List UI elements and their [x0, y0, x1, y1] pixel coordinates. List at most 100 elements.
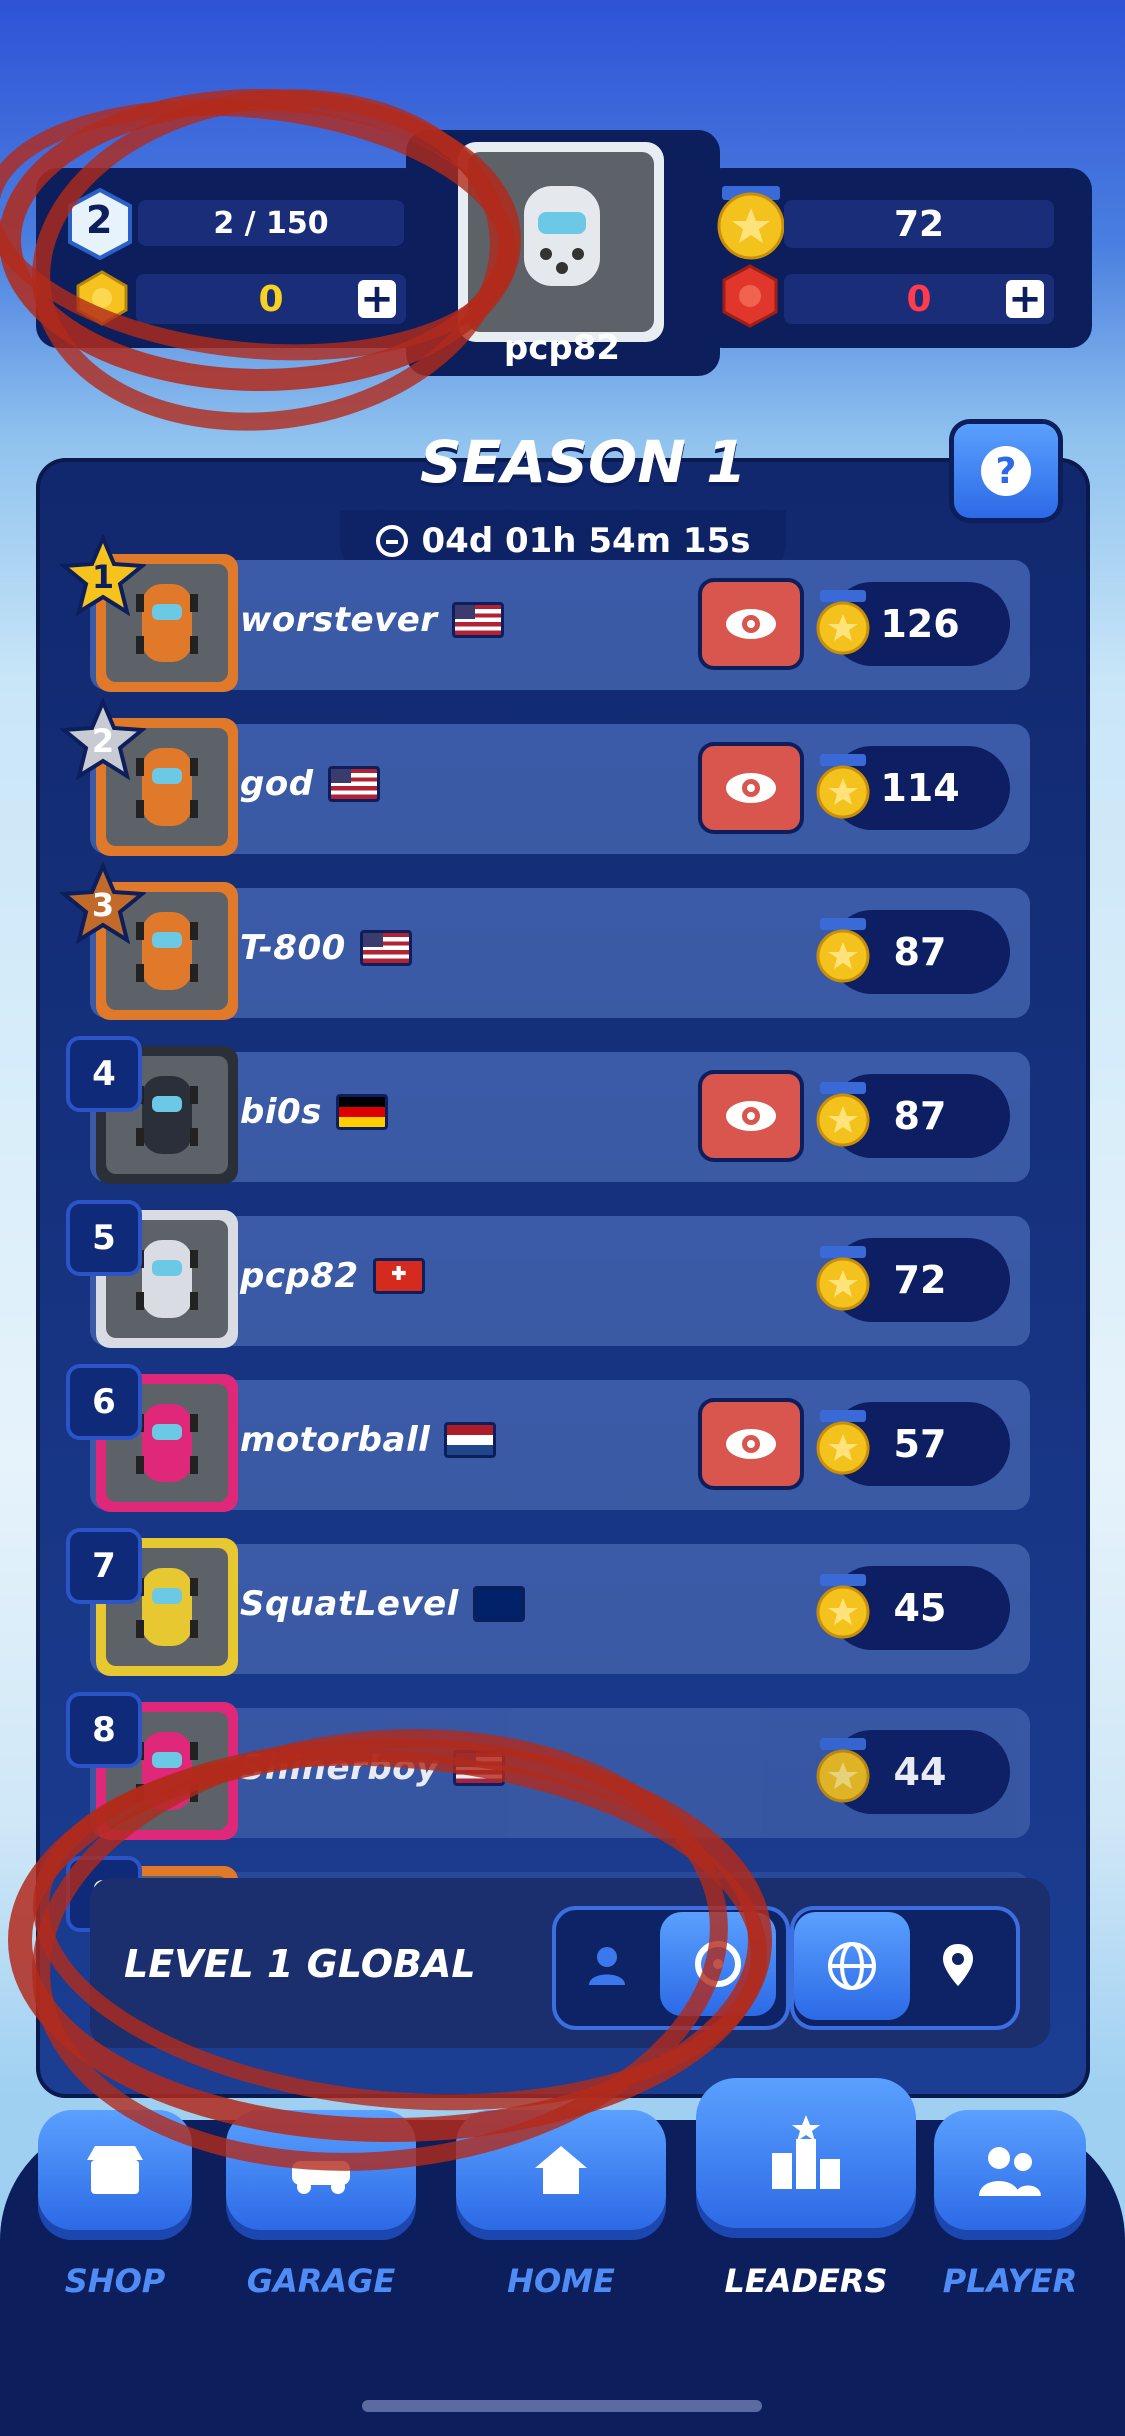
nav-home-label: HOME	[507, 2262, 615, 2300]
coin-icon	[816, 918, 870, 984]
player-name-label: worstever	[240, 600, 504, 640]
nav-home-button[interactable]	[456, 2110, 666, 2230]
row-player-name: Shinerboy	[240, 1748, 439, 1788]
timer-text: 04d 01h 54m 15s	[421, 521, 751, 561]
flag-icon	[372, 1258, 425, 1294]
eye-icon	[726, 1429, 776, 1459]
coin-icon	[816, 1738, 870, 1804]
nav-leaders-label: LEADERS	[724, 2262, 888, 2300]
add-tokens-button[interactable]: +	[358, 279, 396, 319]
rank-number: 2	[91, 722, 115, 760]
view-replay-button[interactable]	[702, 1074, 800, 1158]
row-player-name: SquatLevel	[240, 1584, 459, 1624]
nav-garage-label: GARAGE	[246, 2262, 396, 2300]
level-badge: 2	[64, 187, 136, 261]
car-icon	[136, 1568, 198, 1646]
flag-icon	[444, 1422, 497, 1458]
car-icon	[136, 1404, 198, 1482]
help-icon: ?	[981, 446, 1031, 496]
coin-count: 72	[893, 203, 945, 245]
help-button[interactable]: ?	[954, 424, 1058, 518]
coin-icon	[816, 1574, 870, 1640]
gem-icon	[718, 264, 782, 328]
clock-icon	[375, 525, 408, 557]
row-player-name: god	[240, 764, 314, 804]
location-pin-icon	[943, 1944, 973, 1986]
nav-garage-button[interactable]	[226, 2110, 416, 2230]
flag-icon	[452, 1750, 505, 1786]
globe-icon	[828, 1942, 876, 1990]
rank-badge: 6	[66, 1364, 142, 1440]
view-replay-button[interactable]	[702, 582, 800, 666]
rank-number: 1	[91, 558, 115, 596]
players-icon	[979, 2147, 1041, 2196]
add-gems-button[interactable]: +	[1006, 279, 1044, 319]
flag-icon	[451, 602, 504, 638]
player-name-label: pcp82	[240, 1256, 425, 1296]
player-avatar[interactable]	[458, 142, 664, 342]
coin-icon	[816, 1082, 870, 1148]
car-icon	[136, 1076, 198, 1154]
home-indicator	[362, 2400, 762, 2412]
nav-leaders-button[interactable]	[696, 2078, 916, 2228]
coin-bar: 72	[784, 200, 1054, 248]
flag-icon	[335, 1094, 388, 1130]
friends-filter-button[interactable]	[566, 1930, 648, 2000]
player-name: pcp82	[503, 328, 621, 368]
home-icon	[535, 2146, 587, 2194]
podium-icon	[772, 2115, 840, 2189]
flag-icon	[359, 930, 412, 966]
coin-icon	[816, 1246, 870, 1312]
coin-icon	[816, 1410, 870, 1476]
eye-icon	[726, 773, 776, 803]
view-replay-button[interactable]	[702, 746, 800, 830]
shop-icon	[87, 2146, 143, 2194]
player-name-label: Shinerboy	[240, 1748, 505, 1788]
coin-icon	[716, 186, 786, 260]
eye-icon	[726, 609, 776, 639]
rank-number: 3	[91, 886, 115, 924]
eye-icon	[726, 1101, 776, 1131]
season-title: SEASON 1	[420, 428, 747, 496]
player-name-label: god	[240, 764, 380, 804]
row-player-name: T-800	[240, 928, 346, 968]
token-count: 0	[258, 278, 284, 320]
coin-icon	[816, 590, 870, 656]
player-name-label: motorball	[240, 1420, 497, 1460]
rank-badge: 5	[66, 1200, 142, 1276]
garage-icon	[292, 2161, 350, 2194]
xp-text: 2 / 150	[213, 205, 329, 241]
row-player-name: pcp82	[240, 1256, 359, 1296]
rank-badge: 4	[66, 1036, 142, 1112]
car-icon	[524, 186, 600, 286]
flag-icon	[327, 766, 380, 802]
coin-icon	[816, 754, 870, 820]
player-name-label: T-800	[240, 928, 412, 968]
rank-badge: 2	[60, 698, 146, 784]
view-replay-button[interactable]	[702, 1402, 800, 1486]
row-player-name: worstever	[240, 600, 438, 640]
flag-icon	[472, 1586, 525, 1622]
gem-count: 0	[906, 278, 932, 320]
level-number: 2	[86, 198, 113, 242]
filter-label: LEVEL 1 GLOBAL	[124, 1942, 476, 1986]
nav-player-button[interactable]	[934, 2110, 1086, 2230]
car-icon	[136, 1240, 198, 1318]
local-filter-button[interactable]	[920, 1930, 996, 2000]
xp-bar: 2 / 150	[138, 200, 404, 246]
person-icon	[589, 1947, 625, 1985]
rank-badge: 7	[66, 1528, 142, 1604]
nav-shop-label: SHOP	[64, 2262, 166, 2300]
level-filter-button[interactable]	[660, 1912, 776, 2016]
player-name-label: SquatLevel	[240, 1584, 525, 1624]
steering-icon	[695, 1941, 741, 1987]
player-name-label: bi0s	[240, 1092, 388, 1132]
token-icon	[76, 270, 128, 326]
global-filter-button[interactable]	[794, 1912, 910, 2020]
nav-player-label: PLAYER	[942, 2262, 1078, 2300]
row-player-name: bi0s	[240, 1092, 322, 1132]
rank-badge: 8	[66, 1692, 142, 1768]
nav-shop-button[interactable]	[38, 2110, 192, 2230]
rank-badge: 1	[60, 534, 146, 620]
rank-badge: 3	[60, 862, 146, 948]
